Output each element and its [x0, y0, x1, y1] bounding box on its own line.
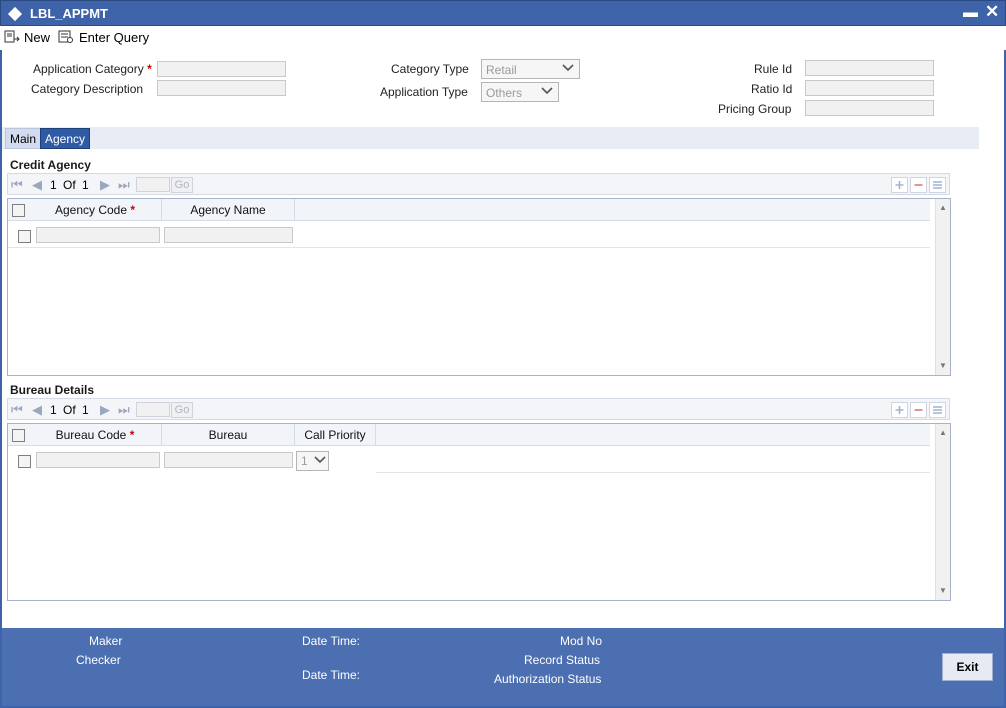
bureau-code-header: Bureau Code *: [29, 424, 162, 446]
tab-main[interactable]: Main: [5, 128, 42, 149]
checker-date-time-label: Date Time:: [302, 668, 361, 682]
exit-button[interactable]: Exit: [942, 653, 993, 681]
agency-name-input[interactable]: [164, 227, 293, 243]
pricing-group-field[interactable]: [805, 100, 934, 116]
new-button[interactable]: New: [4, 28, 50, 46]
checker-label: Checker: [76, 653, 121, 667]
chevron-down-icon: [314, 456, 326, 464]
new-record-icon: [4, 30, 20, 43]
delete-row-icon[interactable]: [910, 402, 927, 418]
credit-agency-pager: ⏮ ◀ 1 Of 1 ▶ ⏭ Go: [7, 173, 950, 195]
page-number-input[interactable]: [136, 177, 170, 192]
application-type-select[interactable]: Others: [481, 82, 559, 102]
row-checkbox[interactable]: [18, 230, 31, 243]
enter-query-button[interactable]: Enter Query: [58, 28, 149, 46]
window-title: LBL_APPMT: [30, 6, 108, 21]
agency-code-header: Agency Code *: [29, 199, 162, 221]
total-pages: 1: [82, 178, 89, 192]
single-view-icon[interactable]: [929, 177, 946, 193]
bureau-details-scrollbar[interactable]: ▲ ▼: [935, 424, 950, 600]
delete-row-icon[interactable]: [910, 177, 927, 193]
scroll-up-icon[interactable]: ▲: [939, 203, 947, 212]
ratio-id-field[interactable]: [805, 80, 934, 96]
credit-agency-title: Credit Agency: [10, 158, 91, 172]
add-row-icon[interactable]: [891, 402, 908, 418]
window-titlebar: LBL_APPMT ▬ ✕: [0, 0, 1006, 26]
agency-name-header: Agency Name: [162, 199, 295, 221]
tab-agency[interactable]: Agency: [40, 128, 91, 149]
category-type-select[interactable]: Retail: [481, 59, 580, 79]
call-priority-value: 1: [301, 454, 308, 468]
close-icon[interactable]: ✕: [985, 2, 999, 22]
bureau-details-grid: Bureau Code * Bureau Call Priority 1 ▲ ▼: [7, 423, 951, 601]
pricing-group-label: Pricing Group: [718, 102, 792, 116]
call-priority-header: Call Priority: [295, 424, 376, 446]
single-view-icon[interactable]: [929, 402, 946, 418]
row-divider: [376, 472, 930, 473]
mod-no-label: Mod No: [560, 634, 603, 648]
call-priority-select[interactable]: 1: [296, 451, 329, 471]
required-marker: *: [147, 62, 152, 76]
tab-strip: Main Agency: [2, 127, 979, 149]
query-icon: [58, 30, 73, 43]
application-category-label: Application Category *: [33, 62, 152, 76]
bureau-header: Bureau: [162, 424, 295, 446]
next-page-icon[interactable]: ▶: [100, 402, 110, 418]
toolbar: New Enter Query: [0, 26, 1006, 50]
app-diamond-icon: [7, 6, 23, 22]
bureau-details-title: Bureau Details: [10, 383, 95, 397]
previous-page-icon[interactable]: ◀: [32, 402, 42, 418]
select-all-checkbox[interactable]: [12, 429, 25, 442]
go-button[interactable]: Go: [171, 402, 193, 418]
select-all-checkbox[interactable]: [12, 204, 25, 217]
bureau-input[interactable]: [164, 452, 293, 468]
last-page-icon[interactable]: ⏭: [118, 177, 130, 193]
enter-query-label: Enter Query: [79, 29, 150, 45]
maker-label: Maker: [89, 634, 123, 648]
category-type-value: Retail: [486, 63, 517, 77]
scroll-down-icon[interactable]: ▼: [939, 586, 947, 595]
bureau-details-grid-header: Bureau Code * Bureau Call Priority: [8, 424, 930, 446]
credit-agency-grid-header: Agency Code * Agency Name: [8, 199, 930, 221]
current-page: 1: [50, 178, 57, 192]
application-type-value: Others: [486, 86, 523, 100]
category-description-field[interactable]: [157, 80, 286, 96]
scroll-up-icon[interactable]: ▲: [939, 428, 947, 437]
page-of-label: Of: [63, 403, 76, 417]
add-row-icon[interactable]: [891, 177, 908, 193]
authorization-status-label: Authorization Status: [494, 672, 602, 686]
minimize-icon[interactable]: ▬: [963, 4, 978, 21]
agency-code-input[interactable]: [36, 227, 160, 243]
bureau-code-input[interactable]: [36, 452, 160, 468]
category-description-label: Category Description: [31, 82, 144, 96]
go-button[interactable]: Go: [171, 177, 193, 193]
credit-agency-scrollbar[interactable]: ▲ ▼: [935, 199, 950, 375]
current-page: 1: [50, 403, 57, 417]
page-of-label: Of: [63, 178, 76, 192]
first-page-icon[interactable]: ⏮: [11, 402, 23, 418]
chevron-down-icon: [541, 87, 553, 95]
first-page-icon[interactable]: ⏮: [11, 177, 23, 193]
application-type-label: Application Type: [380, 85, 468, 99]
total-pages: 1: [82, 403, 89, 417]
rule-id-field[interactable]: [805, 60, 934, 76]
previous-page-icon[interactable]: ◀: [32, 177, 42, 193]
application-category-field[interactable]: [157, 61, 286, 77]
next-page-icon[interactable]: ▶: [100, 177, 110, 193]
row-divider: [8, 247, 930, 248]
chevron-down-icon: [562, 64, 574, 72]
rule-id-label: Rule Id: [754, 62, 793, 76]
scroll-down-icon[interactable]: ▼: [939, 361, 947, 370]
bureau-details-pager: ⏮ ◀ 1 Of 1 ▶ ⏭ Go: [7, 398, 950, 420]
row-checkbox[interactable]: [18, 455, 31, 468]
audit-footer: Maker Checker Date Time: Date Time: Mod …: [2, 628, 1004, 706]
maker-date-time-label: Date Time:: [302, 634, 361, 648]
credit-agency-grid: Agency Code * Agency Name ▲ ▼: [7, 198, 951, 376]
record-status-label: Record Status: [524, 653, 601, 667]
last-page-icon[interactable]: ⏭: [118, 402, 130, 418]
category-type-label: Category Type: [391, 62, 469, 76]
ratio-id-label: Ratio Id: [751, 82, 793, 96]
new-button-label: New: [24, 29, 51, 45]
page-number-input[interactable]: [136, 402, 170, 417]
